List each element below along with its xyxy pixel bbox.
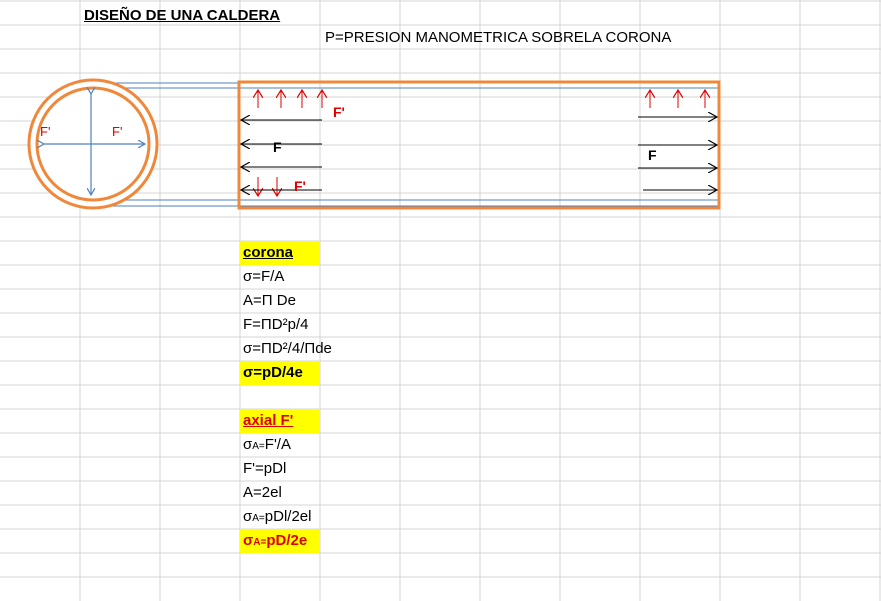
- subscript: A=: [253, 537, 267, 548]
- axial-result-rest: pD/2e: [266, 532, 308, 549]
- axial-line-2[interactable]: F'=pDl: [240, 457, 320, 481]
- axial-line-1-rest: F'/A: [264, 436, 291, 453]
- corona-line-1[interactable]: σ=F/A: [240, 265, 320, 289]
- corona-line-4[interactable]: σ=ΠD²/4/Πde: [240, 337, 360, 361]
- axial-header[interactable]: axial F': [240, 409, 320, 433]
- axial-line-1[interactable]: σA=F'/A: [240, 433, 320, 457]
- sigma-symbol: σ: [243, 508, 253, 525]
- force-label-f-prime-top: F': [333, 104, 345, 120]
- axial-line-4-rest: pDl/2el: [264, 508, 312, 525]
- subscript: A=: [252, 513, 265, 524]
- corona-header[interactable]: corona: [240, 241, 320, 265]
- corona-result[interactable]: σ=pD/4e: [240, 361, 320, 385]
- axial-line-3[interactable]: A=2el: [240, 481, 320, 505]
- axial-line-4[interactable]: σA=pDl/2el: [240, 505, 360, 529]
- sigma-symbol: σ: [243, 532, 254, 549]
- sheet-title: DISEÑO DE UNA CALDERA: [84, 7, 281, 24]
- axial-result[interactable]: σA=pD/2e: [240, 529, 320, 553]
- force-label-f-prime-bottom: F': [294, 178, 306, 194]
- sigma-symbol: σ: [243, 436, 253, 453]
- circle-label-left: F': [40, 124, 51, 139]
- subscript: A=: [252, 441, 265, 452]
- circle-label-right: F': [112, 124, 123, 139]
- force-label-f-right: F: [648, 147, 657, 163]
- sheet-subtitle: P=PRESION MANOMETRICA SOBRELA CORONA: [325, 29, 672, 46]
- force-label-f-left: F: [273, 139, 282, 155]
- corona-line-2[interactable]: A=Π De: [240, 289, 320, 313]
- boiler-diagram: [27, 78, 721, 210]
- corona-line-3[interactable]: F=ΠD²p/4: [240, 313, 320, 337]
